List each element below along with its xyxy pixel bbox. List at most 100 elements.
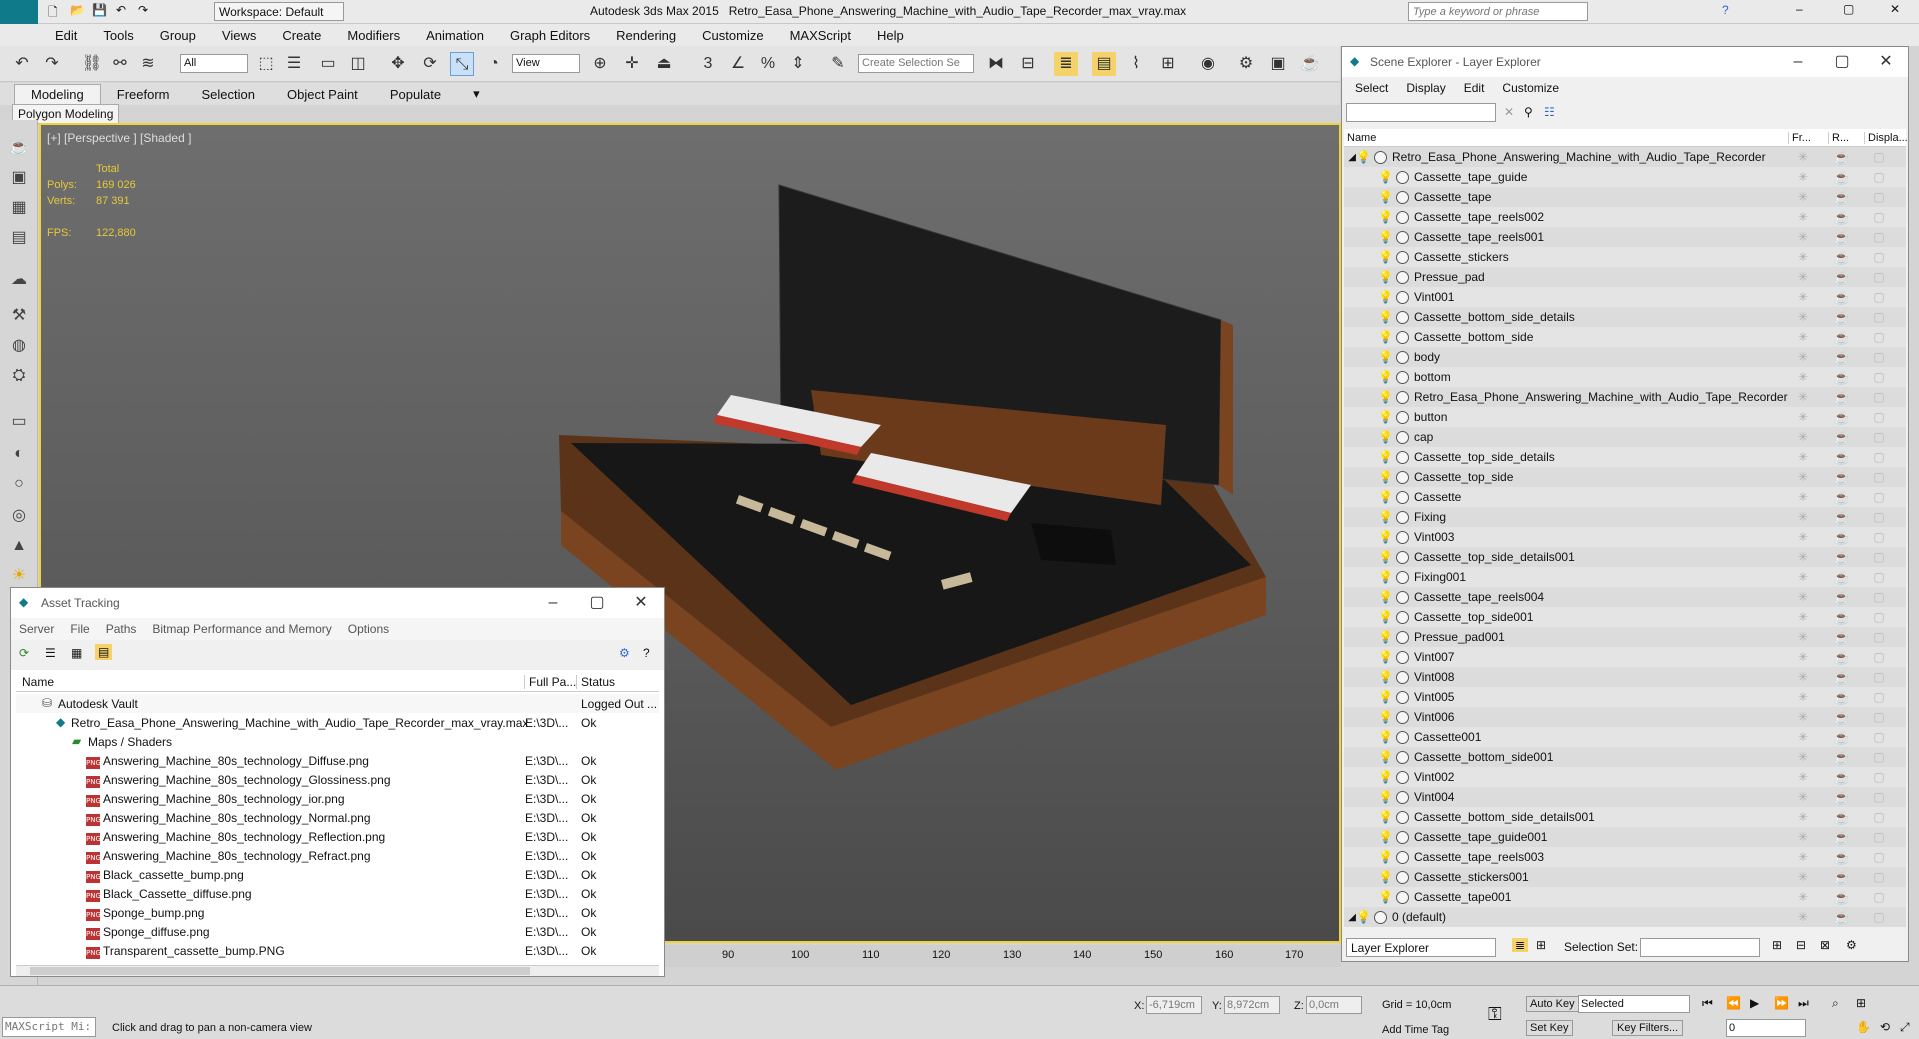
menu-views[interactable]: Views xyxy=(209,28,269,43)
key-filters-button[interactable]: Key Filters... xyxy=(1612,1020,1684,1036)
modify-icon[interactable]: ▣ xyxy=(7,166,31,190)
renderable-teapot-icon[interactable]: ☕ xyxy=(1828,390,1856,406)
display-box-icon[interactable]: ▢ xyxy=(1864,170,1894,184)
prev-frame-icon[interactable]: ⏪ xyxy=(1726,996,1741,1010)
visibility-bulb-icon[interactable]: 💡 xyxy=(1378,890,1393,904)
reference-coordinate-dropdown[interactable]: View xyxy=(512,54,580,73)
col-display[interactable]: Displa... xyxy=(1864,132,1908,144)
frozen-icon[interactable]: ✳ xyxy=(1788,530,1818,544)
table-row[interactable]: ◆ Retro_Easa_Phone_Answering_Machine_wit… xyxy=(16,713,659,732)
maximize-icon[interactable]: ▢ xyxy=(1843,2,1854,16)
menu-animation[interactable]: Animation xyxy=(413,28,497,43)
renderable-teapot-icon[interactable]: ☕ xyxy=(1828,350,1856,366)
display-box-icon[interactable]: ▢ xyxy=(1864,410,1894,424)
renderable-teapot-icon[interactable]: ☕ xyxy=(1828,490,1856,506)
frozen-icon[interactable]: ✳ xyxy=(1788,810,1818,824)
render-production-icon[interactable]: ☕ xyxy=(1298,52,1322,76)
table-row[interactable]: PNG Answering_Machine_80s_technology_ior.… xyxy=(16,789,659,808)
frozen-icon[interactable]: ✳ xyxy=(1788,210,1818,224)
frozen-icon[interactable]: ✳ xyxy=(1788,710,1818,724)
display-box-icon[interactable]: ▢ xyxy=(1864,350,1894,364)
visibility-bulb-icon[interactable]: 💡 xyxy=(1378,810,1393,824)
link-icon[interactable]: ⛓ xyxy=(80,52,104,76)
display-box-icon[interactable]: ▢ xyxy=(1864,730,1894,744)
frozen-icon[interactable]: ✳ xyxy=(1788,330,1818,344)
renderable-teapot-icon[interactable]: ☕ xyxy=(1828,310,1856,326)
display-box-icon[interactable]: ▢ xyxy=(1864,630,1894,644)
display-box-icon[interactable]: ▢ xyxy=(1864,690,1894,704)
angle-snap-icon[interactable]: ∠ xyxy=(726,52,750,76)
menu-group[interactable]: Group xyxy=(147,28,209,43)
render-setup-icon[interactable]: ⚙ xyxy=(1234,52,1258,76)
undo-icon[interactable]: ↶ xyxy=(10,52,34,76)
menu-edit[interactable]: Edit xyxy=(42,28,90,43)
add-time-tag[interactable]: Add Time Tag xyxy=(1382,1024,1449,1036)
scene-object-row[interactable]: 💡 body xyxy=(1344,347,1906,367)
frozen-icon[interactable]: ✳ xyxy=(1788,470,1818,484)
menu-tools[interactable]: Tools xyxy=(90,28,146,43)
display-box-icon[interactable]: ▢ xyxy=(1864,470,1894,484)
frozen-icon[interactable]: ✳ xyxy=(1788,250,1818,264)
workspace-dropdown[interactable]: Workspace: Default xyxy=(214,2,344,21)
renderable-teapot-icon[interactable]: ☕ xyxy=(1828,830,1856,846)
visibility-bulb-icon[interactable]: 💡 xyxy=(1356,910,1371,924)
table-row[interactable]: PNG Answering_Machine_80s_technology_Refr… xyxy=(16,846,659,865)
frozen-icon[interactable]: ✳ xyxy=(1788,590,1818,604)
frozen-icon[interactable]: ✳ xyxy=(1788,450,1818,464)
renderable-teapot-icon[interactable]: ☕ xyxy=(1828,690,1856,706)
display-box-icon[interactable]: ▢ xyxy=(1864,370,1894,384)
table-row[interactable]: ▰ Maps / Shaders xyxy=(16,732,659,751)
visibility-bulb-icon[interactable]: 💡 xyxy=(1378,670,1393,684)
display-box-icon[interactable]: ▢ xyxy=(1864,330,1894,344)
asset-menu-file[interactable]: File xyxy=(62,622,97,636)
mirror-icon[interactable]: ⧓ xyxy=(984,52,1008,76)
renderable-teapot-icon[interactable]: ☕ xyxy=(1828,770,1856,786)
scene-object-row[interactable]: 💡 Cassette xyxy=(1344,487,1906,507)
display-box-icon[interactable]: ▢ xyxy=(1864,750,1894,764)
selection-filter-dropdown[interactable]: All xyxy=(180,54,248,73)
frozen-icon[interactable]: ✳ xyxy=(1788,550,1818,564)
sun-icon[interactable]: ☀ xyxy=(7,564,31,588)
asset-maximize-icon[interactable]: ▢ xyxy=(575,588,619,618)
table-row[interactable]: PNG Black_cassette_bump.png E:\3D\... Ok xyxy=(16,865,659,884)
z-coordinate-field[interactable]: 0,0cm xyxy=(1306,996,1362,1014)
scene-object-row[interactable]: 💡 Cassette_bottom_side xyxy=(1344,327,1906,347)
goto-start-icon[interactable]: ⏮ xyxy=(1702,996,1713,1011)
frozen-icon[interactable]: ✳ xyxy=(1788,270,1818,284)
select-object-icon[interactable]: ⬚ xyxy=(254,52,278,76)
visibility-bulb-icon[interactable]: 💡 xyxy=(1378,530,1393,544)
footer-tool-icon-1[interactable]: ⊞ xyxy=(1772,938,1782,952)
tab-selection[interactable]: Selection xyxy=(186,87,271,102)
curve-editor-icon[interactable]: ⌇ xyxy=(1124,52,1148,76)
layer-explorer-icon[interactable]: ≣ xyxy=(1054,52,1078,76)
display-box-icon[interactable]: ▢ xyxy=(1864,430,1894,444)
goto-end-icon[interactable]: ⏭ xyxy=(1798,996,1809,1011)
thumbnail-view-icon[interactable]: ▦ xyxy=(71,646,82,660)
move-icon[interactable]: ✥ xyxy=(386,52,410,76)
renderable-teapot-icon[interactable]: ☕ xyxy=(1828,810,1856,826)
menu-graph-editors[interactable]: Graph Editors xyxy=(497,28,603,43)
renderable-teapot-icon[interactable]: ☕ xyxy=(1828,150,1856,166)
select-manipulate-icon[interactable]: ✛ xyxy=(620,52,644,76)
current-frame-field[interactable]: 0 xyxy=(1726,1019,1806,1037)
vault-icon[interactable]: ⚙ xyxy=(619,646,630,660)
table-row[interactable]: PNG Sponge_diffuse.png E:\3D\... Ok xyxy=(16,922,659,941)
frozen-icon[interactable]: ✳ xyxy=(1788,410,1818,424)
asset-minimize-icon[interactable]: – xyxy=(531,588,575,618)
minimize-icon[interactable]: – xyxy=(1796,2,1803,16)
visibility-bulb-icon[interactable]: 💡 xyxy=(1378,270,1393,284)
tab-freeform[interactable]: Freeform xyxy=(101,87,186,102)
torus-icon[interactable]: ◎ xyxy=(7,504,31,528)
visibility-bulb-icon[interactable]: 💡 xyxy=(1378,250,1393,264)
scene-object-row[interactable]: 💡 Cassette_tape_guide001 xyxy=(1344,827,1906,847)
named-selection-set-dropdown[interactable]: Create Selection Se xyxy=(858,54,974,73)
visibility-bulb-icon[interactable]: 💡 xyxy=(1378,430,1393,444)
display-box-icon[interactable]: ▢ xyxy=(1864,450,1894,464)
asset-menu-paths[interactable]: Paths xyxy=(98,622,145,636)
renderable-teapot-icon[interactable]: ☕ xyxy=(1828,550,1856,566)
scene-menu-select[interactable]: Select xyxy=(1346,81,1397,95)
keyword-search-input[interactable] xyxy=(1408,2,1588,21)
display-box-icon[interactable]: ▢ xyxy=(1864,710,1894,724)
display-box-icon[interactable]: ▢ xyxy=(1864,190,1894,204)
circle-icon[interactable]: ○ xyxy=(7,472,31,496)
